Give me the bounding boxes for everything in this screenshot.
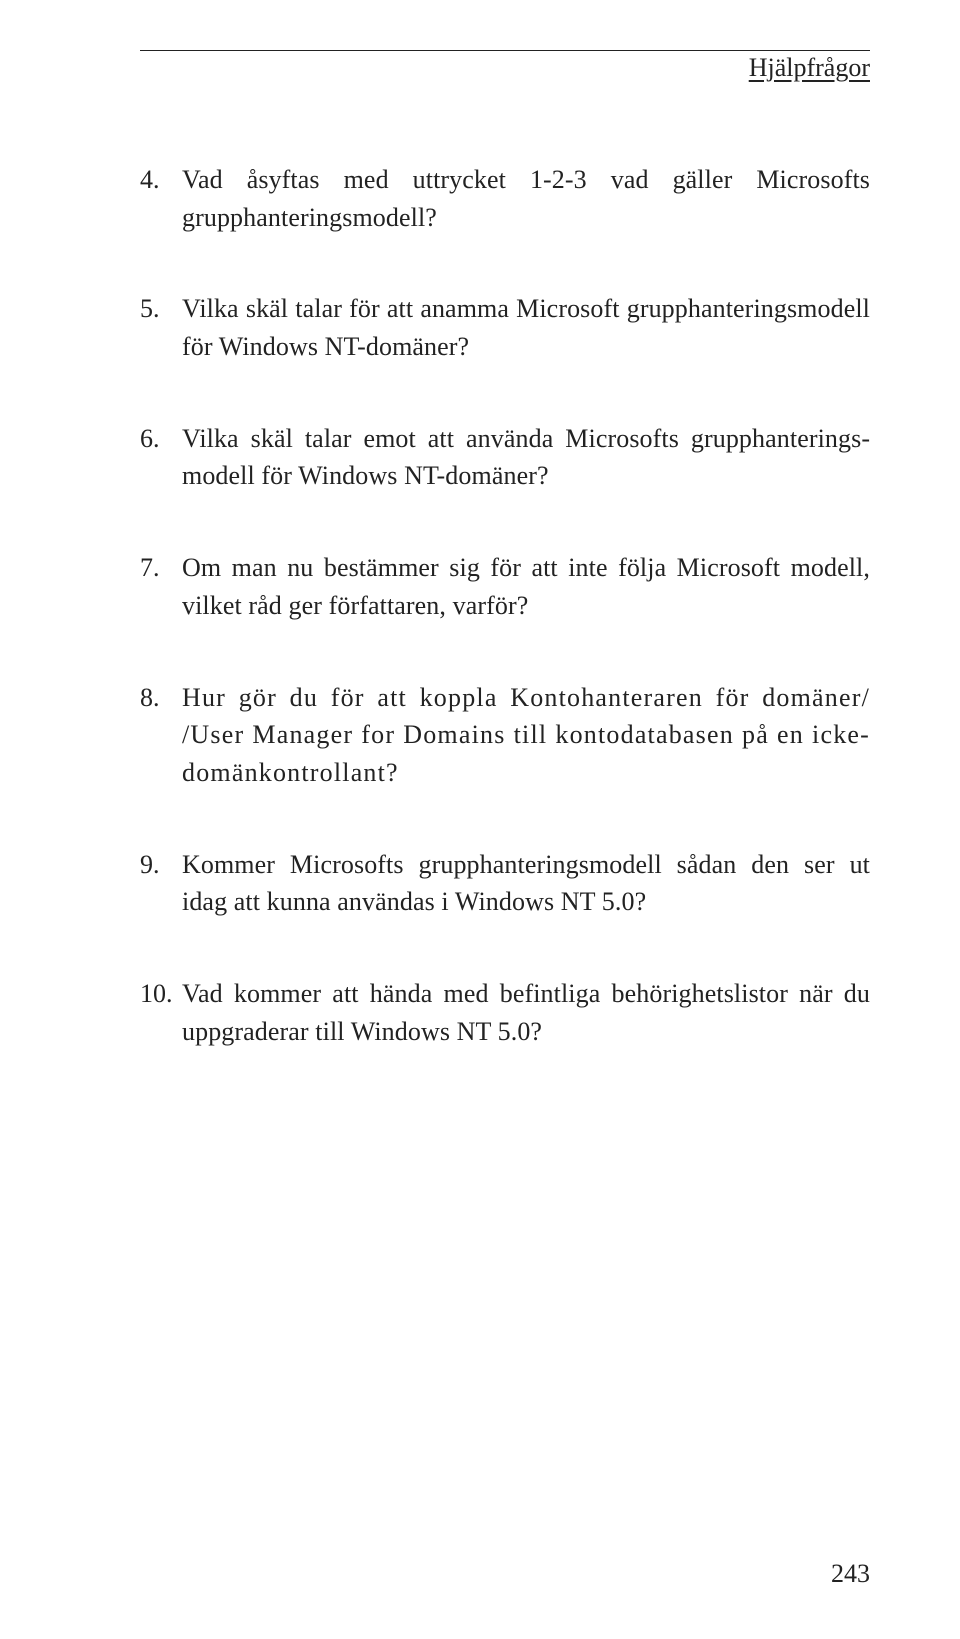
question-number: 8. (140, 679, 182, 792)
question-text: Kommer Microsofts grupphanteringsmodell … (182, 846, 870, 921)
question-text: Vad åsyftas med uttrycket 1-2-3 vad gäll… (182, 161, 870, 236)
question-number: 10. (140, 975, 182, 1050)
list-item: 6. Vilka skäl talar emot att använda Mic… (140, 420, 870, 495)
question-number: 9. (140, 846, 182, 921)
question-list: 4. Vad åsyftas med uttrycket 1-2-3 vad g… (140, 161, 870, 1050)
list-item: 5. Vilka skäl talar för att anamma Micro… (140, 290, 870, 365)
header-rule (140, 50, 870, 51)
question-number: 4. (140, 161, 182, 236)
question-text: Vilka skäl talar för att anamma Microsof… (182, 290, 870, 365)
section-title: Hjälpfrågor (140, 53, 870, 83)
list-item: 4. Vad åsyftas med uttrycket 1-2-3 vad g… (140, 161, 870, 236)
list-item: 10. Vad kommer att hända med befintliga … (140, 975, 870, 1050)
question-text: Vilka skäl talar emot att använda Micros… (182, 420, 870, 495)
question-text: Om man nu bestämmer sig för att inte föl… (182, 549, 870, 624)
list-item: 9. Kommer Microsofts grupphanteringsmode… (140, 846, 870, 921)
list-item: 7. Om man nu bestämmer sig för att inte … (140, 549, 870, 624)
question-number: 6. (140, 420, 182, 495)
question-text: Hur gör du för att koppla Kontohanterare… (182, 679, 870, 792)
question-number: 5. (140, 290, 182, 365)
question-number: 7. (140, 549, 182, 624)
list-item: 8. Hur gör du för att koppla Kontohanter… (140, 679, 870, 792)
question-text: Vad kommer att hända med befintliga behö… (182, 975, 870, 1050)
page: Hjälpfrågor 4. Vad åsyftas med uttrycket… (0, 0, 960, 1639)
page-number: 243 (831, 1559, 870, 1589)
